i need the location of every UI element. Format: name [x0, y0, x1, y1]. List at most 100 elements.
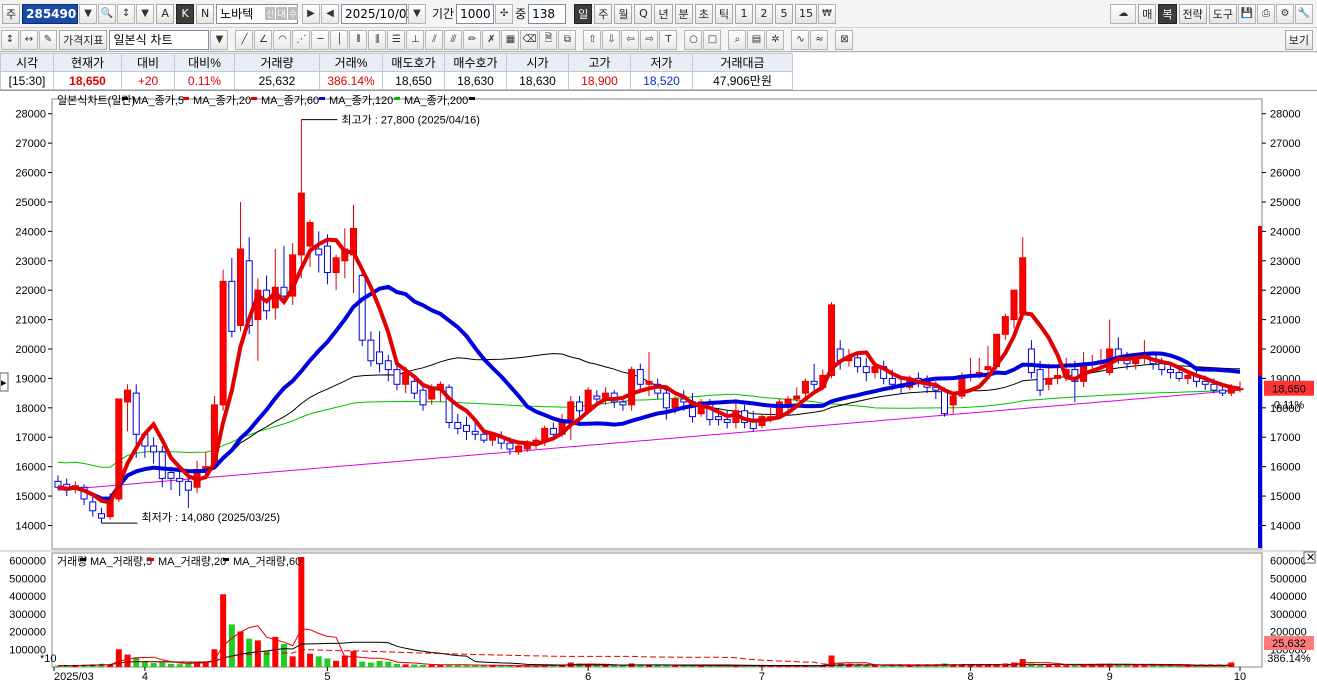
grid-icon[interactable]: ▦ — [501, 29, 520, 50]
multi-button[interactable]: 복 — [1158, 3, 1177, 24]
arrow-right-icon[interactable]: ⇨ — [640, 29, 659, 50]
arrow-up-icon[interactable]: ⇧ — [583, 29, 602, 50]
crosshair-icon[interactable]: ✣ — [495, 3, 514, 24]
vline-tool-icon[interactable]: │ — [330, 29, 349, 50]
vertical-resize-icon[interactable]: ↕ — [1, 29, 19, 50]
wrench-icon[interactable]: 🔧 — [1295, 3, 1313, 24]
volume-tick-label-left: 500000 — [9, 573, 46, 585]
note-icon[interactable]: 🗎 — [539, 29, 558, 50]
trade-button[interactable]: 매 — [1138, 3, 1157, 24]
sort-icon[interactable]: ↕ — [117, 3, 136, 24]
parallel-icon[interactable]: ⫻ — [444, 29, 463, 50]
market-select[interactable]: 주 — [2, 3, 21, 24]
candle-body — [97, 513, 105, 519]
chart-type-select[interactable]: 일본식 차트 — [109, 29, 210, 50]
candle-body — [376, 351, 384, 365]
interval-minute[interactable]: 분 — [674, 3, 693, 24]
won-icon[interactable]: ₩ — [817, 3, 836, 24]
interval-tick[interactable]: 틱 — [714, 3, 733, 24]
fibo-time-icon[interactable]: ⫼ — [368, 29, 387, 50]
hline-tool-icon[interactable]: ─ — [311, 29, 330, 50]
price-indicator-button[interactable]: 가격지표 — [59, 29, 108, 50]
ma-120-line — [57, 389, 1241, 468]
x-axis-label: 4 — [142, 671, 148, 683]
volume-tick-label-right: 600000 — [1270, 556, 1307, 568]
sort-dropdown-icon[interactable]: ▼ — [136, 3, 155, 24]
mode-button-k[interactable]: K — [176, 3, 195, 24]
current-price-label: 18,650 — [1272, 384, 1306, 396]
gann-icon[interactable]: ⊥ — [406, 29, 425, 50]
interval-2[interactable]: 2 — [754, 3, 773, 24]
copy-icon[interactable]: ⧉ — [558, 29, 577, 50]
interval-5[interactable]: 5 — [774, 3, 793, 24]
erase-icon[interactable]: ✗ — [482, 29, 501, 50]
mode-button-a[interactable]: A — [156, 3, 175, 24]
interval-year[interactable]: 년 — [654, 3, 673, 24]
x-axis-label: 10 — [1234, 671, 1246, 683]
fibo-retrace-icon[interactable]: ☰ — [387, 29, 406, 50]
candle-body — [393, 369, 401, 385]
volume-bar — [1132, 665, 1139, 667]
date-dropdown-icon[interactable]: ▼ — [407, 3, 426, 24]
pencil-icon[interactable]: ✏ — [463, 29, 482, 50]
x-axis-label: 2025/03 — [54, 671, 94, 683]
interval-month[interactable]: 월 — [614, 3, 633, 24]
x-axis-label: 6 — [585, 671, 591, 683]
volume-bar — [1063, 665, 1070, 667]
chart-canvas[interactable]: 14000 14000 15000 15000 16000 16000 17000 17000… — [0, 91, 1317, 685]
interval-15[interactable]: 15 — [794, 3, 817, 24]
interval-1[interactable]: 1 — [734, 3, 753, 24]
save-icon[interactable]: 💾 — [1238, 3, 1256, 24]
settings-icon[interactable]: ⚙ — [1276, 3, 1294, 24]
text-icon[interactable]: T — [659, 29, 678, 50]
candle-body — [471, 430, 479, 435]
delete-icon[interactable]: ⊠ — [835, 29, 854, 50]
interval-quarter[interactable]: Q — [634, 3, 653, 24]
tools-button[interactable]: 도구 — [1208, 3, 1237, 24]
angle-tool-icon[interactable]: ∠ — [254, 29, 273, 50]
wave-icon[interactable]: ∿ — [791, 29, 810, 50]
x-axis-label: 8 — [968, 671, 974, 683]
circle-icon[interactable]: ○ — [684, 29, 703, 50]
low-annotation-label: 최저가 : 14,080 (2025/03/25) — [141, 511, 280, 524]
edit-icon[interactable]: ✎ — [39, 29, 57, 50]
arc-tool-icon[interactable]: ◠ — [273, 29, 292, 50]
cycle-tool-icon[interactable]: ⫴ — [349, 29, 368, 50]
magic-icon[interactable]: ✲ — [766, 29, 785, 50]
code-dropdown-icon[interactable]: ▼ — [79, 3, 98, 24]
date-field[interactable]: 2025/10/02 — [340, 3, 414, 24]
table-icon[interactable]: ▤ — [747, 29, 766, 50]
period-input[interactable]: 1000 — [456, 3, 495, 24]
play-next-icon[interactable]: ▶ — [301, 3, 320, 24]
oscillator-icon[interactable]: ≈ — [810, 29, 829, 50]
arrow-left-icon[interactable]: ⇦ — [621, 29, 640, 50]
mode-button-n[interactable]: N — [196, 3, 215, 24]
view-button[interactable]: 보기 — [1284, 29, 1313, 50]
interval-day[interactable]: 일 — [574, 3, 593, 24]
candle-body — [619, 401, 627, 406]
quote-bid: 18,630 — [444, 71, 507, 90]
line-tool-icon[interactable]: ╱ — [235, 29, 254, 50]
price-tick-label-left: 17000 — [15, 432, 46, 444]
candle-body — [1210, 383, 1218, 391]
cloud-icon[interactable]: ☁ — [1110, 3, 1137, 24]
volume-legend-swatch — [80, 558, 86, 561]
count-input[interactable]: 138 — [528, 3, 567, 24]
channel-icon[interactable]: ⫽ — [425, 29, 444, 50]
search-icon[interactable]: 🔍 — [98, 3, 117, 24]
fan-tool-icon[interactable]: ⋰ — [292, 29, 311, 50]
interval-second[interactable]: 초 — [694, 3, 713, 24]
eraser-icon[interactable]: ⌫ — [520, 29, 539, 50]
horizontal-resize-icon[interactable]: ↔ — [20, 29, 38, 50]
price-tick-label-left: 26000 — [15, 168, 46, 180]
rectangle-icon[interactable]: □ — [703, 29, 722, 50]
stock-code-input[interactable]: 285490 — [22, 3, 79, 24]
zoom-icon[interactable]: ⌕ — [728, 29, 747, 50]
play-prev-icon[interactable]: ◀ — [320, 3, 339, 24]
chart-area[interactable]: 14000 14000 15000 15000 16000 16000 17000 17000… — [0, 91, 1317, 685]
interval-week[interactable]: 주 — [594, 3, 613, 24]
strategy-button[interactable]: 전략 — [1178, 3, 1207, 24]
print-icon[interactable]: ⎙ — [1257, 3, 1275, 24]
chart-type-dropdown-icon[interactable]: ▼ — [210, 29, 229, 50]
arrow-down-icon[interactable]: ⇩ — [602, 29, 621, 50]
